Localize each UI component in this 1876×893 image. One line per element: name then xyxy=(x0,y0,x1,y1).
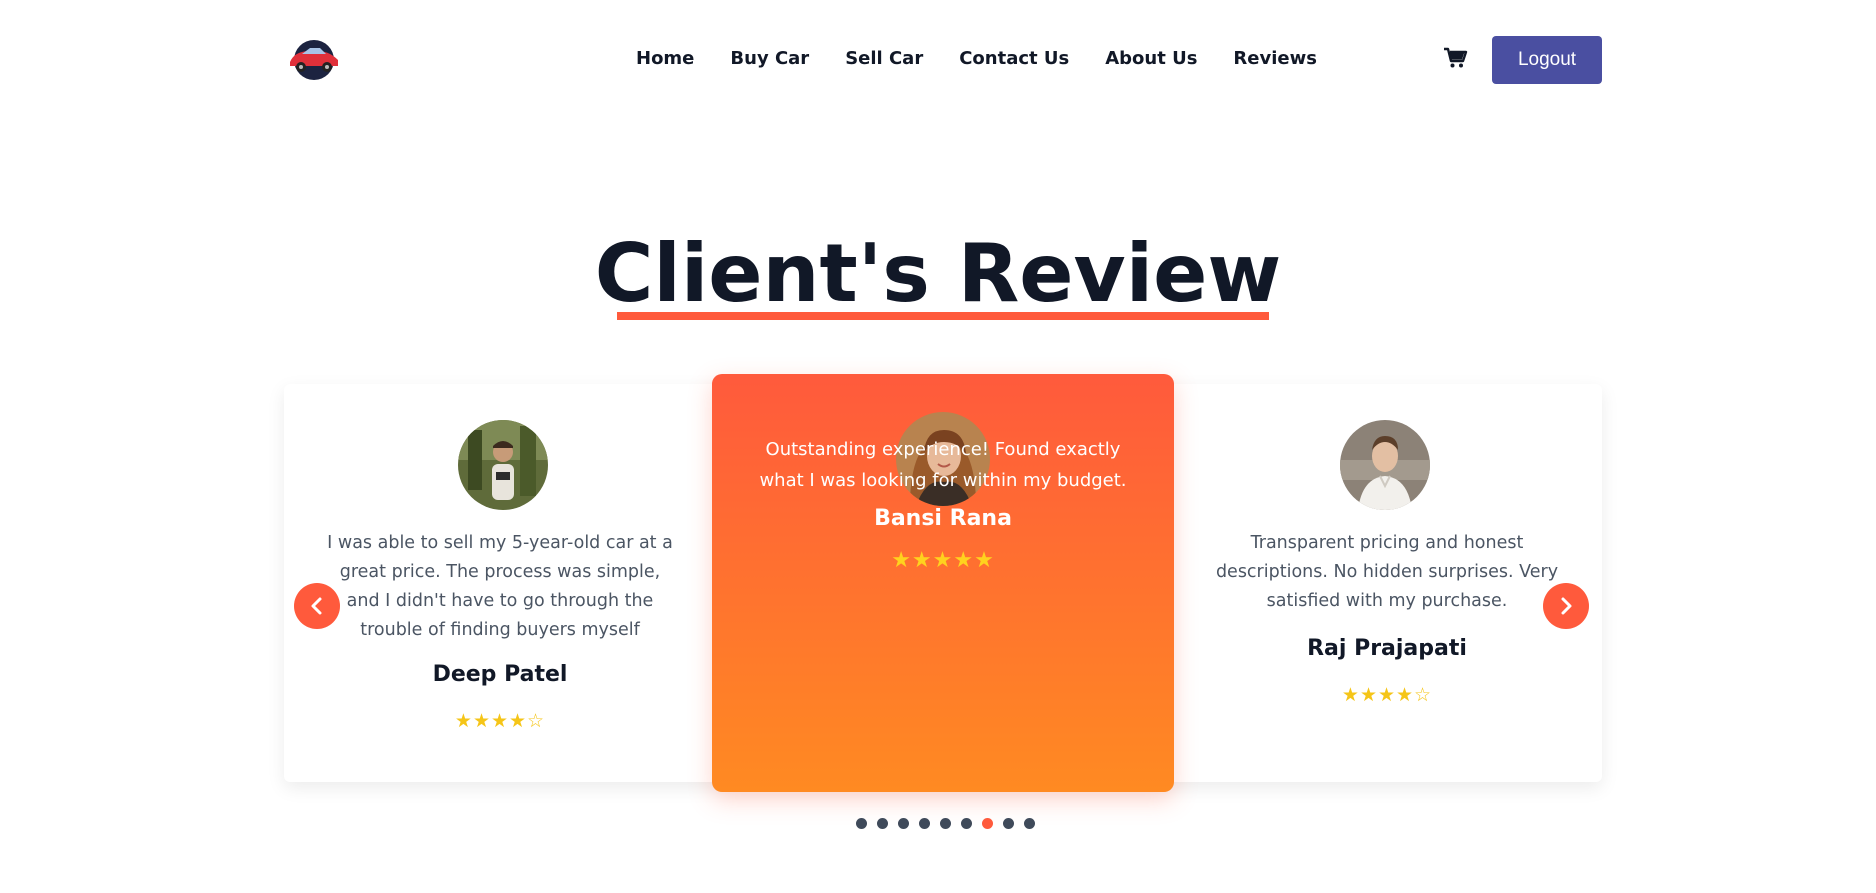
review-text: Outstanding experience! Found exactly wh… xyxy=(759,439,1127,491)
carousel-prev-button[interactable] xyxy=(294,583,340,629)
carousel-next-button[interactable] xyxy=(1543,583,1589,629)
carousel-dot[interactable] xyxy=(1024,818,1035,829)
review-text: Transparent pricing and honest descripti… xyxy=(1215,533,1559,611)
carousel-dot[interactable] xyxy=(961,818,972,829)
review-text: I was able to sell my 5-year-old car at … xyxy=(327,533,673,640)
star-rating: ★★★★★ xyxy=(891,548,995,573)
reviewer-name: Bansi Rana xyxy=(874,506,1012,531)
carousel-pagination xyxy=(856,818,1035,829)
star-rating: ★★★★☆ xyxy=(454,710,546,732)
carousel-dot[interactable] xyxy=(877,818,888,829)
review-card: Transparent pricing and honest descripti… xyxy=(1172,384,1602,782)
reviewer-name: Deep Patel xyxy=(432,662,568,687)
section-title-wrapper: Client's Review xyxy=(0,226,1876,322)
carousel-dot[interactable] xyxy=(1003,818,1014,829)
page-title: Client's Review xyxy=(594,227,1282,320)
title-underline xyxy=(617,312,1269,320)
carousel-dot[interactable] xyxy=(898,818,909,829)
review-card: I was able to sell my 5-year-old car at … xyxy=(284,384,716,782)
logout-button[interactable]: Logout xyxy=(1492,36,1602,84)
star-rating: ★★★★☆ xyxy=(1341,684,1433,706)
nav-buy-car[interactable]: Buy Car xyxy=(730,48,809,69)
car-logo-icon[interactable] xyxy=(286,38,342,82)
chevron-right-icon xyxy=(1561,597,1572,615)
nav-contact-us[interactable]: Contact Us xyxy=(959,48,1069,69)
reviewer-avatar xyxy=(458,420,548,510)
nav-reviews[interactable]: Reviews xyxy=(1233,48,1317,69)
carousel-dot[interactable] xyxy=(940,818,951,829)
carousel-dot[interactable] xyxy=(919,818,930,829)
chevron-left-icon xyxy=(311,597,322,615)
cart-icon[interactable] xyxy=(1442,46,1468,70)
nav-home[interactable]: Home xyxy=(636,48,694,69)
main-nav: Home Buy Car Sell Car Contact Us About U… xyxy=(636,48,1317,69)
carousel-dot[interactable] xyxy=(856,818,867,829)
review-card-active: Outstanding experience! Found exactly wh… xyxy=(712,374,1174,792)
carousel-dot[interactable] xyxy=(982,818,993,829)
nav-sell-car[interactable]: Sell Car xyxy=(845,48,923,69)
reviewer-avatar xyxy=(1340,420,1430,510)
navbar: Home Buy Car Sell Car Contact Us About U… xyxy=(0,0,1876,120)
reviewer-name: Raj Prajapati xyxy=(1307,636,1467,661)
nav-about-us[interactable]: About Us xyxy=(1105,48,1197,69)
